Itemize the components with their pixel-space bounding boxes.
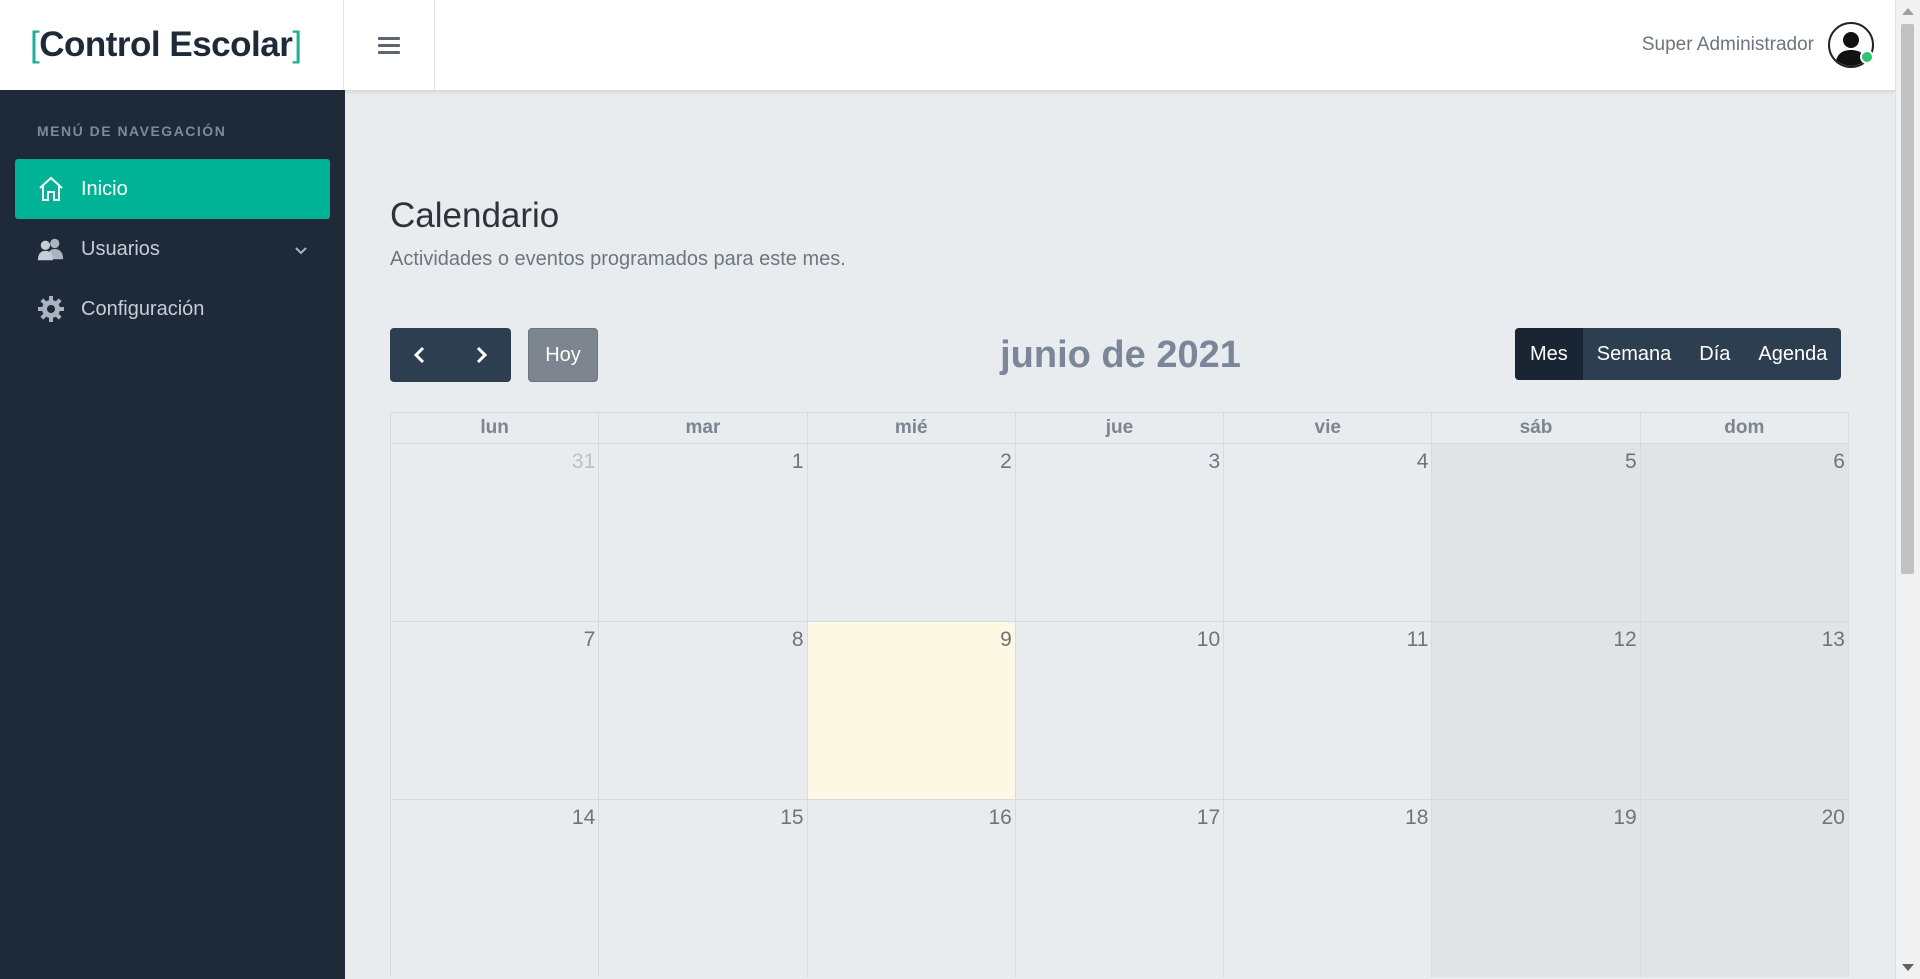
- calendar-day-cell[interactable]: 19: [1432, 800, 1641, 977]
- weekday-header: dom: [1724, 417, 1765, 438]
- calendar-day-cell[interactable]: 15: [599, 800, 808, 977]
- view-week-button[interactable]: Semana: [1583, 328, 1686, 380]
- calendar-day-cell[interactable]: 11: [1224, 622, 1433, 799]
- brand-bracket-open: [: [30, 25, 40, 64]
- calendar-day-cell[interactable]: 5: [1432, 444, 1641, 621]
- calendar-weekday-header: lun mar mié jue vie sáb dom: [390, 412, 1849, 443]
- brand-bracket-close: ]: [292, 25, 302, 64]
- gear-icon: [37, 295, 65, 323]
- user-menu[interactable]: Super Administrador: [1642, 0, 1874, 90]
- calendar-day-cell[interactable]: 8: [599, 622, 808, 799]
- calendar-day-cell[interactable]: 18: [1224, 800, 1433, 977]
- chevron-down-icon: [294, 241, 308, 264]
- calendar-day-cell-today[interactable]: 9: [807, 622, 1016, 799]
- page-scrollbar[interactable]: [1895, 0, 1920, 979]
- weekday-header: jue: [1016, 413, 1225, 443]
- calendar-day-cell[interactable]: 6: [1640, 444, 1849, 621]
- home-icon: [37, 175, 65, 203]
- scroll-down-arrow-icon[interactable]: [1902, 964, 1914, 971]
- calendar-day-cell[interactable]: 13: [1640, 622, 1849, 799]
- weekday-header: vie: [1224, 413, 1433, 443]
- calendar-day-cell[interactable]: 31: [391, 444, 600, 621]
- nav-section-title: MENÚ DE NAVEGACIÓN: [37, 123, 227, 139]
- calendar-day-cell[interactable]: 20: [1640, 800, 1849, 977]
- sidebar-item-usuarios[interactable]: Usuarios: [15, 219, 330, 279]
- view-agenda-button[interactable]: Agenda: [1744, 328, 1841, 380]
- brand-logo[interactable]: [ Control Escolar ]: [0, 0, 344, 90]
- sidebar-item-inicio[interactable]: Inicio: [15, 159, 330, 219]
- weekday-header: sáb: [1432, 413, 1641, 443]
- calendar-day-cell[interactable]: 14: [391, 800, 600, 977]
- weekday-header: lun: [391, 413, 600, 443]
- calendar-week-row: 14 15 16 17 18 19 20: [390, 799, 1849, 977]
- view-day-button[interactable]: Día: [1685, 328, 1744, 380]
- calendar-day-cell[interactable]: 17: [1016, 800, 1225, 977]
- calendar-week-row: 7 8 9 10 11 12 13: [390, 621, 1849, 799]
- weekday-header: mié: [808, 413, 1016, 443]
- calendar-day-cell[interactable]: 12: [1432, 622, 1641, 799]
- calendar-week-row: 31 1 2 3 4 5 6: [390, 443, 1849, 621]
- view-month-button[interactable]: Mes: [1515, 328, 1583, 380]
- calendar-day-cell[interactable]: 2: [808, 444, 1016, 621]
- brand-name: Control Escolar: [39, 25, 293, 64]
- main-content: Calendario Actividades o eventos program…: [345, 91, 1896, 979]
- sidebar-item-label: Configuración: [81, 297, 205, 320]
- scroll-up-arrow-icon[interactable]: [1902, 8, 1914, 15]
- sidebar: MENÚ DE NAVEGACIÓN Inicio Usuarios Confi…: [0, 90, 345, 979]
- calendar-day-cell[interactable]: 7: [391, 622, 600, 799]
- scrollbar-thumb[interactable]: [1901, 24, 1914, 574]
- calendar-view-switcher: Mes Semana Día Agenda: [1515, 328, 1842, 380]
- top-bar: [ Control Escolar ] Super Administrador: [0, 0, 1896, 91]
- avatar[interactable]: [1828, 22, 1874, 68]
- sidebar-item-label: Usuarios: [81, 237, 160, 260]
- calendar-day-cell[interactable]: 3: [1016, 444, 1225, 621]
- sidebar-item-label: Inicio: [81, 177, 128, 200]
- calendar-day-cell[interactable]: 4: [1224, 444, 1433, 621]
- hamburger-icon: [378, 33, 400, 58]
- users-icon: [37, 235, 65, 263]
- page-title: Calendario: [390, 196, 560, 235]
- user-name: Super Administrador: [1641, 34, 1814, 55]
- sidebar-item-configuracion[interactable]: Configuración: [15, 279, 330, 339]
- online-status-dot: [1860, 50, 1874, 64]
- calendar-grid: lun mar mié jue vie sáb dom 31 1 2 3 4 5…: [390, 412, 1849, 977]
- calendar-day-cell[interactable]: 1: [599, 444, 808, 621]
- menu-toggle-button[interactable]: [344, 0, 435, 90]
- weekday-header: mar: [599, 413, 808, 443]
- page-subtitle: Actividades o eventos programados para e…: [390, 248, 846, 270]
- calendar-day-cell[interactable]: 10: [1016, 622, 1225, 799]
- calendar-day-cell[interactable]: 16: [808, 800, 1016, 977]
